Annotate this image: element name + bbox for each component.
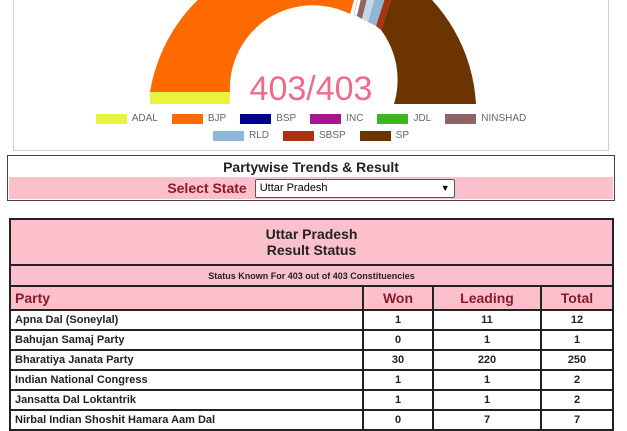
legend-item-adal[interactable]: ADAL xyxy=(95,113,158,124)
leading-cell: 11 xyxy=(432,309,542,331)
legend-swatch xyxy=(95,113,127,124)
legend-swatch xyxy=(310,113,342,124)
seat-chart-panel: 403/403 ADAL BJP BSP INC JDL NINSHAD RLD SBSP S… xyxy=(13,0,609,151)
state-selector-row: Select State Uttar Pradesh ▼ xyxy=(9,177,613,199)
legend-item-inc[interactable]: INC xyxy=(310,113,363,124)
table-column-headers: Party Won Leading Total xyxy=(9,285,614,311)
partywise-trends-panel: Partywise Trends & Result Select State U… xyxy=(7,155,615,201)
won-cell: 1 xyxy=(362,309,434,331)
party-cell[interactable]: Indian National Congress xyxy=(9,369,364,391)
seat-count-label: 403/403 xyxy=(249,70,373,108)
won-cell: 30 xyxy=(362,349,434,371)
legend-label: BJP xyxy=(207,113,227,124)
result-state-name: Uttar Pradesh xyxy=(265,226,358,242)
party-cell[interactable]: Jansatta Dal Loktantrik xyxy=(9,389,364,411)
legend-label: ADAL xyxy=(131,113,158,124)
party-cell[interactable]: Nirbal Indian Shoshit Hamara Aam Dal xyxy=(9,409,364,431)
won-cell: 1 xyxy=(362,389,434,411)
party-cell[interactable]: Bahujan Samaj Party xyxy=(9,329,364,351)
total-cell: 7 xyxy=(540,409,614,431)
legend-swatch xyxy=(240,113,272,124)
selected-state-value: Uttar Pradesh xyxy=(259,182,328,194)
leading-cell: 1 xyxy=(432,369,542,391)
result-status-line: Status Known For 403 out of 403 Constitu… xyxy=(9,264,614,287)
legend-swatch xyxy=(445,113,477,124)
legend-item-sbsp[interactable]: SBSP xyxy=(282,130,346,141)
total-cell: 250 xyxy=(540,349,614,371)
legend-label: INC xyxy=(346,113,364,124)
leading-cell: 1 xyxy=(432,389,542,411)
select-state-label: Select State xyxy=(167,180,247,196)
legend-label: SBSP xyxy=(318,130,346,141)
table-row: Bahujan Samaj Party 0 1 1 xyxy=(9,329,614,351)
leading-cell: 7 xyxy=(432,409,542,431)
legend-item-ninshad[interactable]: NINSHAD xyxy=(445,113,526,124)
legend-swatch xyxy=(282,130,314,141)
total-cell: 2 xyxy=(540,389,614,411)
total-cell: 1 xyxy=(540,329,614,351)
legend-label: JDL xyxy=(413,113,432,124)
legend-item-bsp[interactable]: BSP xyxy=(240,113,296,124)
legend-swatch xyxy=(359,130,391,141)
legend-label: RLD xyxy=(248,130,269,141)
chart-legend-row-1: ADAL BJP BSP INC JDL NINSHAD xyxy=(14,113,608,124)
legend-item-sp[interactable]: SP xyxy=(359,130,410,141)
trends-title: Partywise Trends & Result xyxy=(223,159,399,175)
table-row: Jansatta Dal Loktantrik 1 1 2 xyxy=(9,389,614,411)
total-cell: 2 xyxy=(540,369,614,391)
legend-swatch xyxy=(377,113,409,124)
chart-legend-row-2: RLD SBSP SP xyxy=(14,130,608,141)
leading-cell: 1 xyxy=(432,329,542,351)
legend-label: SP xyxy=(395,130,410,141)
result-table-header: Uttar Pradesh Result Status xyxy=(9,218,614,266)
party-cell[interactable]: Apna Dal (Soneylal) xyxy=(9,309,364,331)
legend-label: NINSHAD xyxy=(481,113,527,124)
table-row: Bharatiya Janata Party 30 220 250 xyxy=(9,349,614,371)
state-select-dropdown[interactable]: Uttar Pradesh ▼ xyxy=(254,178,455,198)
result-status-table: Uttar Pradesh Result Status Status Known… xyxy=(9,218,614,431)
table-row: Apna Dal (Soneylal) 1 11 12 xyxy=(9,309,614,331)
leading-cell: 220 xyxy=(432,349,542,371)
table-row: Indian National Congress 1 1 2 xyxy=(9,369,614,391)
legend-swatch xyxy=(212,130,244,141)
won-cell: 1 xyxy=(362,369,434,391)
legend-label: BSP xyxy=(276,113,297,124)
total-cell: 12 xyxy=(540,309,614,331)
party-cell[interactable]: Bharatiya Janata Party xyxy=(9,349,364,371)
legend-item-jdl[interactable]: JDL xyxy=(377,113,431,124)
column-header-leading: Leading xyxy=(432,285,542,311)
chevron-down-icon: ▼ xyxy=(440,183,450,193)
legend-item-bjp[interactable]: BJP xyxy=(171,113,227,124)
legend-swatch xyxy=(171,113,203,124)
column-header-won: Won xyxy=(362,285,434,311)
legend-item-rld[interactable]: RLD xyxy=(212,130,269,141)
column-header-total: Total xyxy=(540,285,614,311)
column-header-party: Party xyxy=(9,285,364,311)
result-subtitle: Result Status xyxy=(266,242,357,258)
won-cell: 0 xyxy=(362,329,434,351)
table-row: Nirbal Indian Shoshit Hamara Aam Dal 0 7 7 xyxy=(9,409,614,431)
won-cell: 0 xyxy=(362,409,434,431)
